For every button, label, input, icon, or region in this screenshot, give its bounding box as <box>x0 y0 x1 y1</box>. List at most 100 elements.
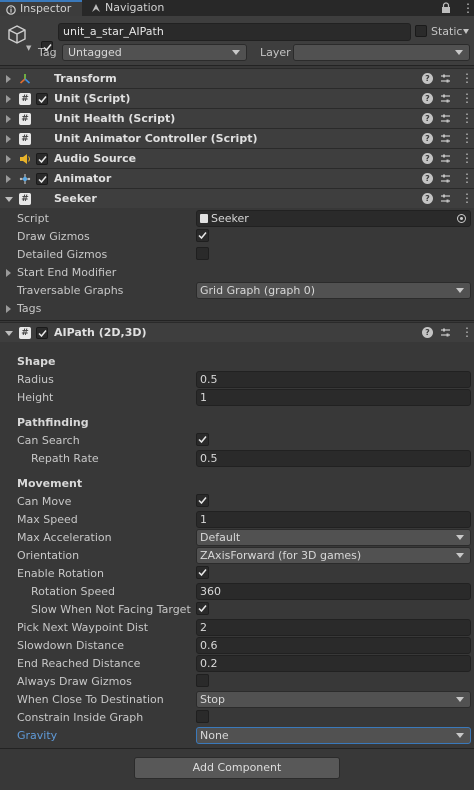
detailed-gizmos-checkbox[interactable] <box>196 247 209 260</box>
component-menu-icon[interactable]: ⋮ <box>461 172 473 184</box>
static-checkbox[interactable] <box>415 25 427 37</box>
detailed-gizmos-label: Detailed Gizmos <box>17 248 108 261</box>
orientation-dropdown[interactable]: ZAxisForward (for 3D games) <box>196 547 471 564</box>
gravity-dropdown[interactable]: None <box>196 727 471 744</box>
component-transform[interactable]: Transform ? ⋮ <box>0 68 474 88</box>
slowdown-distance-field[interactable]: 0.6 <box>196 637 471 654</box>
max-acceleration-value: Default <box>200 531 241 544</box>
preset-icon[interactable] <box>440 173 451 184</box>
max-acceleration-dropdown[interactable]: Default <box>196 529 471 546</box>
component-enabled-checkbox[interactable] <box>36 153 48 165</box>
rotation-speed-field[interactable]: 360 <box>196 583 471 600</box>
chevron-down-icon <box>232 50 240 55</box>
component-enabled-checkbox[interactable] <box>36 327 48 339</box>
when-close-dropdown[interactable]: Stop <box>196 691 471 708</box>
script-value: Seeker <box>211 212 249 225</box>
gameobject-name-field[interactable]: unit_a_star_AIPath <box>58 23 411 41</box>
preset-icon[interactable] <box>440 113 451 124</box>
chevron-down-icon <box>456 288 464 293</box>
radius-field[interactable]: 0.5 <box>196 371 471 388</box>
preset-icon[interactable] <box>440 153 451 164</box>
gameobject-cube-icon[interactable] <box>6 24 28 46</box>
help-icon[interactable]: ? <box>422 193 433 204</box>
max-speed-field[interactable]: 1 <box>196 511 471 528</box>
height-field[interactable]: 1 <box>196 389 471 406</box>
help-icon[interactable]: ? <box>422 113 433 124</box>
repath-rate-field[interactable]: 0.5 <box>196 450 471 467</box>
tag-label: Tag <box>38 46 57 59</box>
checkmark-icon <box>38 330 47 338</box>
preset-icon[interactable] <box>440 73 451 84</box>
animator-icon <box>19 174 31 184</box>
shape-section-header: Shape <box>17 355 56 368</box>
start-end-modifier-label[interactable]: Start End Modifier <box>17 266 116 279</box>
help-icon[interactable]: ? <box>422 153 433 164</box>
tags-label[interactable]: Tags <box>17 302 41 315</box>
component-enabled-checkbox[interactable] <box>36 93 48 105</box>
navigation-icon <box>92 4 100 12</box>
tags-foldout-icon[interactable] <box>6 305 11 313</box>
help-icon[interactable]: ? <box>422 73 433 84</box>
icon-dropdown-arrow[interactable]: ▼ <box>26 44 31 52</box>
component-animator[interactable]: Animator ? ⋮ <box>0 168 474 188</box>
component-aipath[interactable]: # AIPath (2D,3D) ? ⋮ <box>0 322 474 342</box>
add-component-button[interactable]: Add Component <box>134 757 340 779</box>
help-icon[interactable]: ? <box>422 93 433 104</box>
help-icon[interactable]: ? <box>422 173 433 184</box>
foldout-arrow-icon[interactable] <box>5 197 13 202</box>
script-icon: # <box>19 133 31 145</box>
component-unit-animator-controller[interactable]: # Unit Animator Controller (Script) ? ⋮ <box>0 128 474 148</box>
component-menu-icon[interactable]: ⋮ <box>461 132 473 144</box>
component-enabled-checkbox[interactable] <box>36 173 48 185</box>
foldout-arrow-icon[interactable] <box>6 155 11 163</box>
max-acceleration-label: Max Acceleration <box>17 531 112 544</box>
help-icon[interactable]: ? <box>422 133 433 144</box>
component-name: Unit (Script) <box>54 92 131 105</box>
layer-dropdown[interactable] <box>293 44 470 61</box>
static-dropdown-arrow[interactable] <box>463 29 469 34</box>
foldout-arrow-icon[interactable] <box>6 75 11 83</box>
script-file-icon <box>200 214 208 223</box>
traversable-graphs-dropdown[interactable]: Grid Graph (graph 0) <box>196 282 471 299</box>
enable-rotation-checkbox[interactable] <box>196 566 209 579</box>
transform-icon <box>19 74 31 84</box>
pick-next-waypoint-label: Pick Next Waypoint Dist <box>17 621 149 634</box>
preset-icon[interactable] <box>440 133 451 144</box>
can-move-checkbox[interactable] <box>196 494 209 507</box>
foldout-arrow-icon[interactable] <box>6 95 11 103</box>
foldout-arrow-icon[interactable] <box>6 135 11 143</box>
foldout-arrow-icon[interactable] <box>6 175 11 183</box>
preset-icon[interactable] <box>440 93 451 104</box>
tab-inspector[interactable]: Inspector <box>0 0 82 16</box>
chevron-down-icon <box>455 50 463 55</box>
can-search-checkbox[interactable] <box>196 433 209 446</box>
foldout-arrow-icon[interactable] <box>5 331 13 336</box>
component-seeker[interactable]: # Seeker ? ⋮ <box>0 188 474 208</box>
help-icon[interactable]: ? <box>422 327 433 338</box>
component-menu-icon[interactable]: ⋮ <box>461 112 473 124</box>
component-menu-icon[interactable]: ⋮ <box>461 72 473 84</box>
component-menu-icon[interactable]: ⋮ <box>461 152 473 164</box>
component-menu-icon[interactable]: ⋮ <box>461 92 473 104</box>
lock-icon[interactable] <box>440 2 452 14</box>
end-reached-distance-field[interactable]: 0.2 <box>196 655 471 672</box>
preset-icon[interactable] <box>440 193 451 204</box>
component-menu-icon[interactable]: ⋮ <box>461 192 473 204</box>
tab-navigation[interactable]: Navigation <box>85 0 175 16</box>
constrain-inside-graph-checkbox[interactable] <box>196 710 209 723</box>
object-picker-icon[interactable] <box>457 214 466 223</box>
preset-icon[interactable] <box>440 327 451 338</box>
draw-gizmos-checkbox[interactable] <box>196 229 209 242</box>
tag-dropdown[interactable]: Untagged <box>62 44 247 61</box>
always-draw-gizmos-checkbox[interactable] <box>196 674 209 687</box>
start-end-modifier-foldout-icon[interactable] <box>6 269 11 277</box>
component-menu-icon[interactable]: ⋮ <box>461 326 473 338</box>
slow-when-not-facing-checkbox[interactable] <box>196 602 209 615</box>
foldout-arrow-icon[interactable] <box>6 115 11 123</box>
component-unit-health[interactable]: # Unit Health (Script) ? ⋮ <box>0 108 474 128</box>
tab-menu-icon[interactable]: ⋮ <box>462 2 474 14</box>
script-object-field[interactable]: Seeker <box>196 210 471 227</box>
pick-next-waypoint-field[interactable]: 2 <box>196 619 471 636</box>
component-audio-source[interactable]: Audio Source ? ⋮ <box>0 148 474 168</box>
component-unit-script[interactable]: # Unit (Script) ? ⋮ <box>0 88 474 108</box>
